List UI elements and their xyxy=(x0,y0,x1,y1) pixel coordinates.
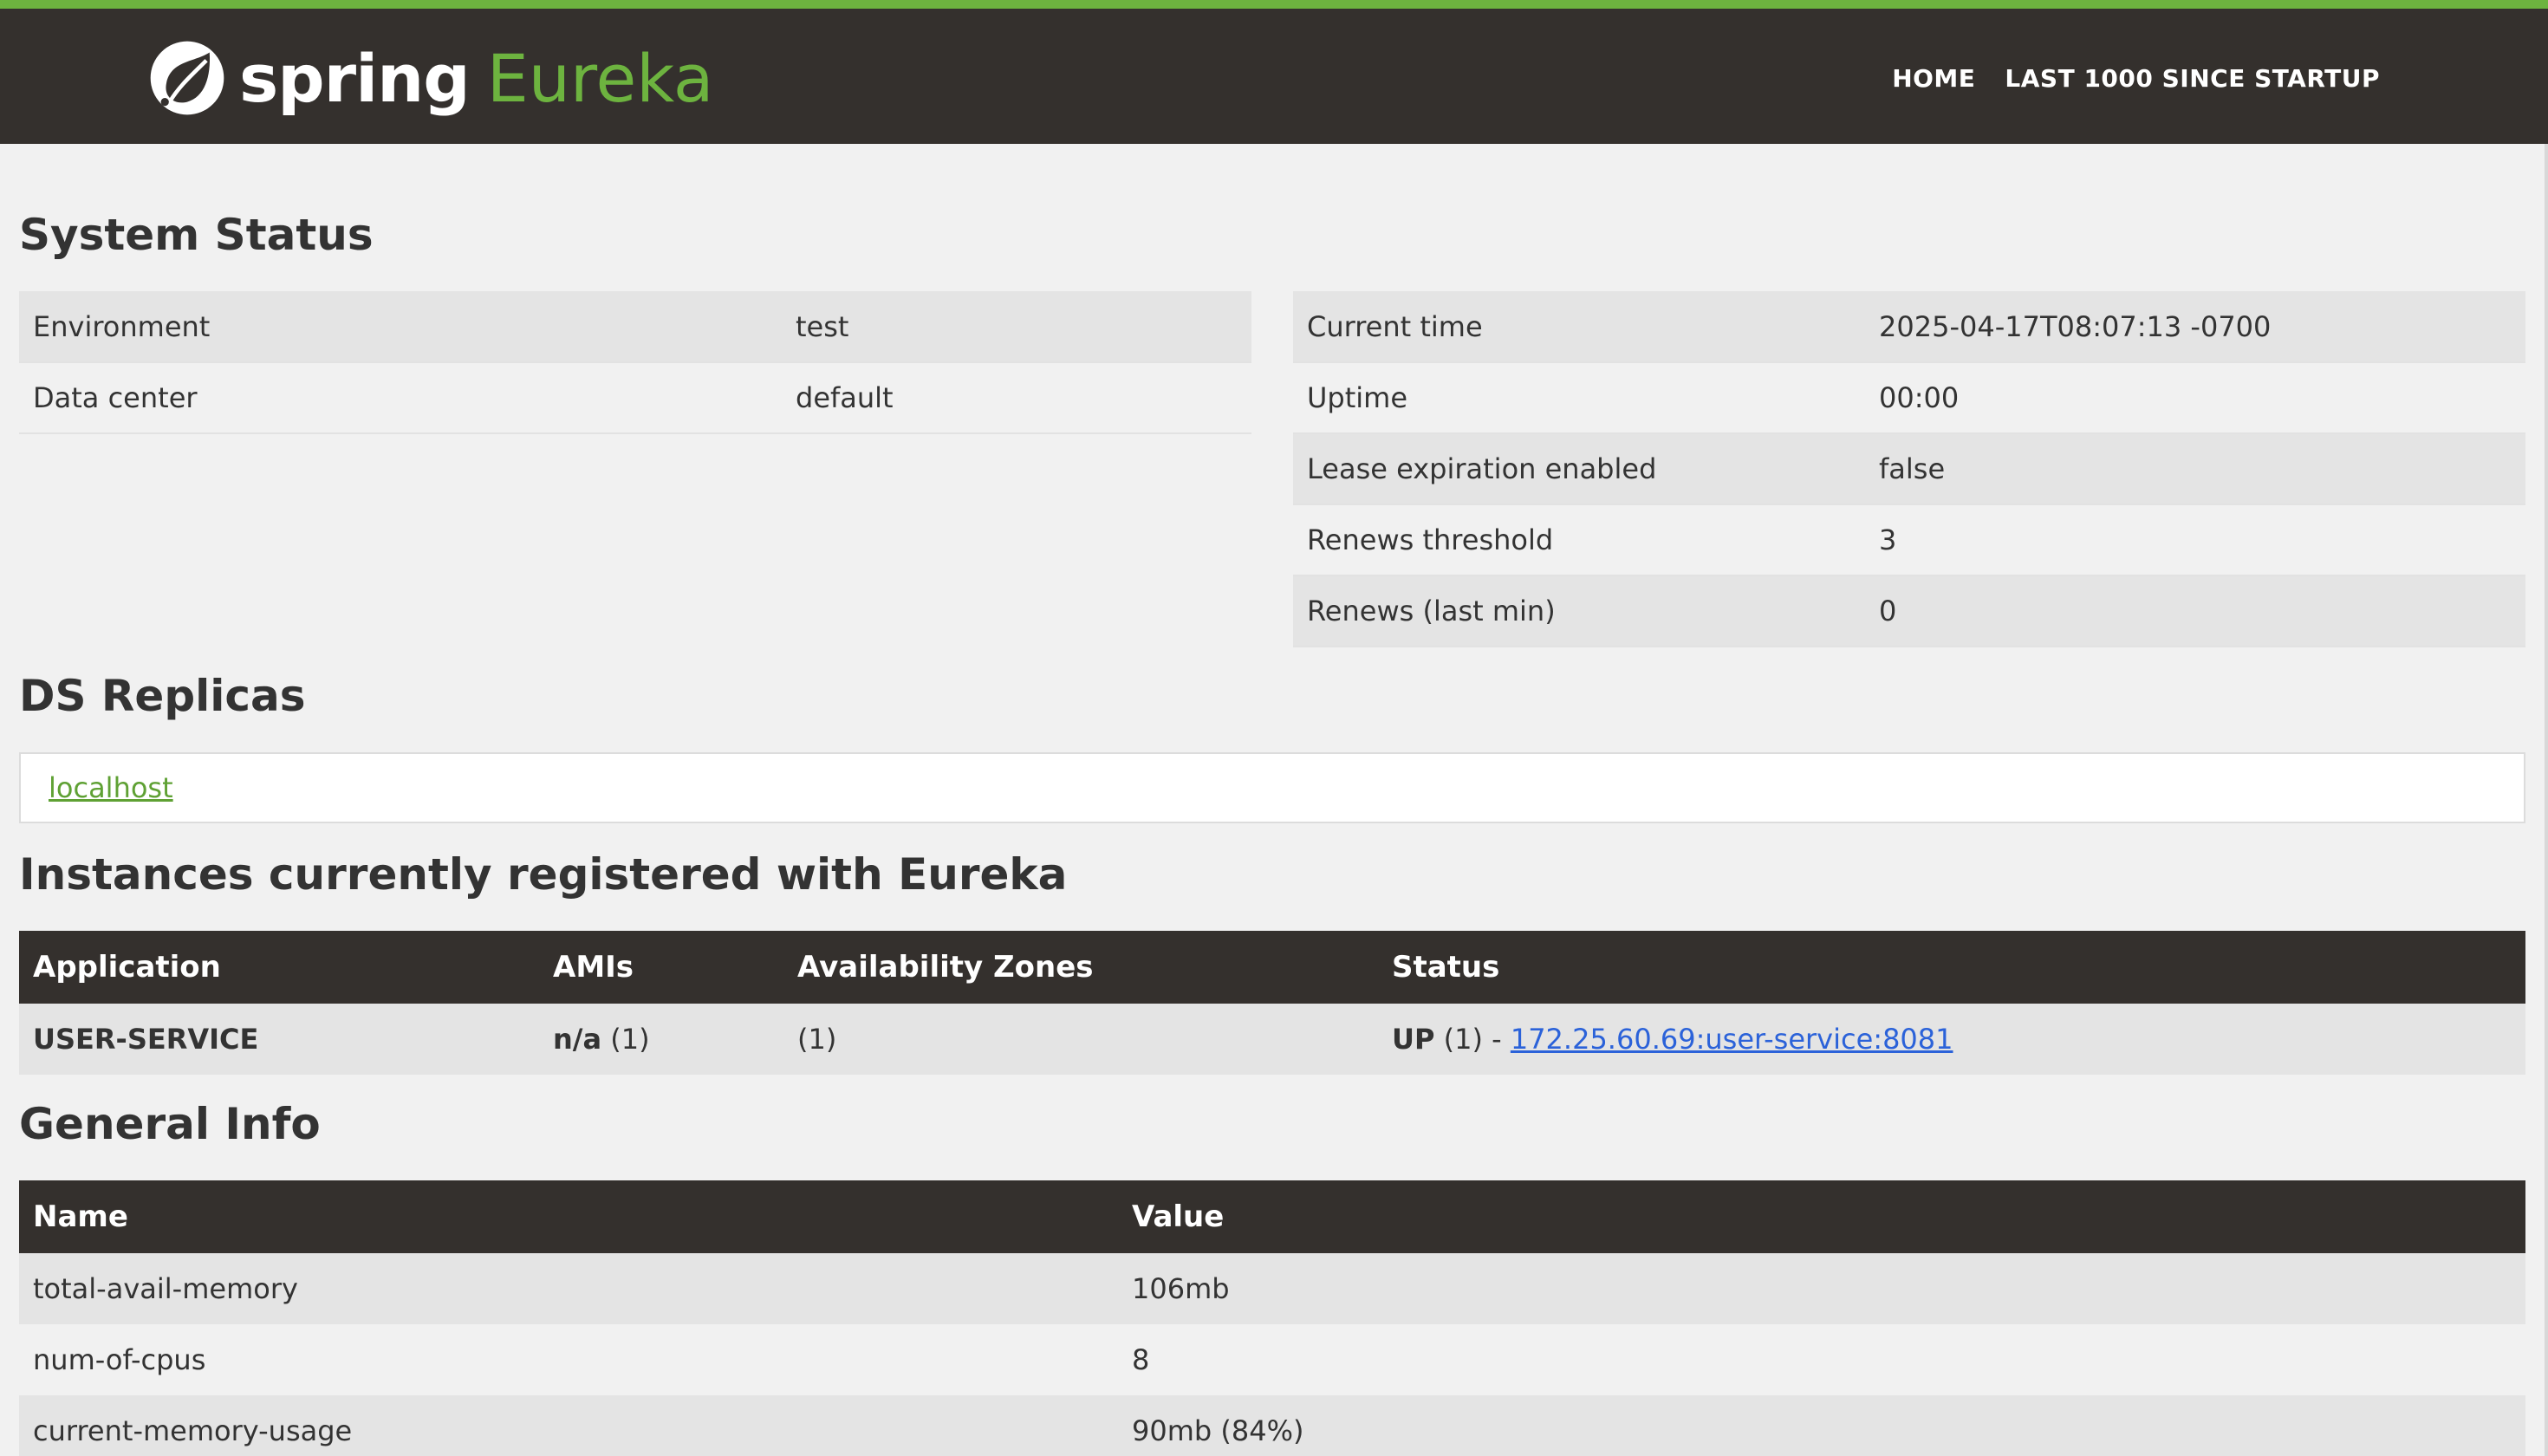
instance-status: UP (1) - 172.25.60.69:user-service:8081 xyxy=(1378,1004,2525,1075)
table-header-row: Application AMIs Availability Zones Stat… xyxy=(19,931,2525,1004)
general-info-table: Name Value total-avail-memory 106mb num-… xyxy=(19,1180,2525,1456)
instance-amis: n/a (1) xyxy=(539,1004,783,1075)
nav-last-1000-link[interactable]: LAST 1000 SINCE STARTUP xyxy=(2005,64,2380,93)
instances-table: Application AMIs Availability Zones Stat… xyxy=(19,931,2525,1075)
status-label: Lease expiration enabled xyxy=(1293,433,1865,505)
page-scrollbar[interactable] xyxy=(2545,144,2548,1456)
navbar: spring Eureka HOME LAST 1000 SINCE START… xyxy=(0,0,2548,144)
status-label: Data center xyxy=(19,362,782,434)
table-row: Renews threshold 3 xyxy=(1293,504,2525,576)
status-value: false xyxy=(1865,433,2525,505)
general-info-title: General Info xyxy=(19,1099,321,1149)
replica-link-localhost[interactable]: localhost xyxy=(49,771,173,804)
system-status-left-table: Environment test Data center default xyxy=(19,291,1251,434)
column-header-status: Status xyxy=(1378,931,2525,1004)
amis-value: n/a xyxy=(553,1023,602,1056)
instance-link[interactable]: 172.25.60.69:user-service:8081 xyxy=(1511,1023,1953,1056)
table-row: Lease expiration enabled false xyxy=(1293,433,2525,505)
brand-logo[interactable]: spring Eureka xyxy=(147,35,713,121)
table-row: current-memory-usage 90mb (84%) xyxy=(19,1395,2525,1456)
column-header-value: Value xyxy=(1118,1180,2525,1253)
table-row: Data center default xyxy=(19,362,1251,434)
info-name: num-of-cpus xyxy=(19,1324,1118,1395)
status-label: Current time xyxy=(1293,291,1865,363)
table-row: USER-SERVICE n/a (1) (1) UP (1) - 172.25… xyxy=(19,1004,2525,1075)
spring-leaf-icon xyxy=(150,41,224,115)
instances-title: Instances currently registered with Eure… xyxy=(19,849,1068,900)
status-label: Environment xyxy=(19,291,782,363)
status-label: Renews (last min) xyxy=(1293,575,1865,647)
info-value: 90mb (84%) xyxy=(1118,1395,2525,1456)
column-header-amis: AMIs xyxy=(539,931,783,1004)
amis-count: (1) xyxy=(610,1023,650,1056)
table-header-row: Name Value xyxy=(19,1180,2525,1253)
status-label: Renews threshold xyxy=(1293,504,1865,576)
table-row: Current time 2025-04-17T08:07:13 -0700 xyxy=(1293,291,2525,363)
system-status-title: System Status xyxy=(19,210,374,260)
info-value: 8 xyxy=(1118,1324,2525,1395)
status-value: 0 xyxy=(1865,575,2525,647)
system-status-right-table: Current time 2025-04-17T08:07:13 -0700 U… xyxy=(1293,291,2525,647)
status-label: Uptime xyxy=(1293,362,1865,434)
eureka-dashboard: spring Eureka HOME LAST 1000 SINCE START… xyxy=(0,0,2548,1456)
instance-zones: (1) xyxy=(783,1004,1378,1075)
status-value: 3 xyxy=(1865,504,2525,576)
table-row: num-of-cpus 8 xyxy=(19,1324,2525,1395)
column-header-availability-zones: Availability Zones xyxy=(783,931,1378,1004)
brand-eureka-text: Eureka xyxy=(486,39,714,117)
status-value: 00:00 xyxy=(1865,362,2525,434)
column-header-name: Name xyxy=(19,1180,1118,1253)
status-count: (1) - xyxy=(1443,1023,1502,1056)
instance-application: USER-SERVICE xyxy=(19,1004,539,1075)
status-up: UP xyxy=(1392,1023,1435,1056)
nav-home-link[interactable]: HOME xyxy=(1892,64,1975,93)
status-value: test xyxy=(782,291,1251,363)
info-name: current-memory-usage xyxy=(19,1395,1118,1456)
ds-replicas-list: localhost xyxy=(19,752,2525,823)
table-row: Uptime 00:00 xyxy=(1293,362,2525,434)
info-value: 106mb xyxy=(1118,1253,2525,1324)
status-value: default xyxy=(782,362,1251,434)
status-value: 2025-04-17T08:07:13 -0700 xyxy=(1865,291,2525,363)
table-row: Renews (last min) 0 xyxy=(1293,575,2525,647)
info-name: total-avail-memory xyxy=(19,1253,1118,1324)
nav-links: HOME LAST 1000 SINCE STARTUP xyxy=(1892,64,2380,93)
table-row: Environment test xyxy=(19,291,1251,363)
brand-spring-text: spring xyxy=(239,39,471,117)
table-row: total-avail-memory 106mb xyxy=(19,1253,2525,1324)
ds-replicas-title: DS Replicas xyxy=(19,671,306,721)
column-header-application: Application xyxy=(19,931,539,1004)
